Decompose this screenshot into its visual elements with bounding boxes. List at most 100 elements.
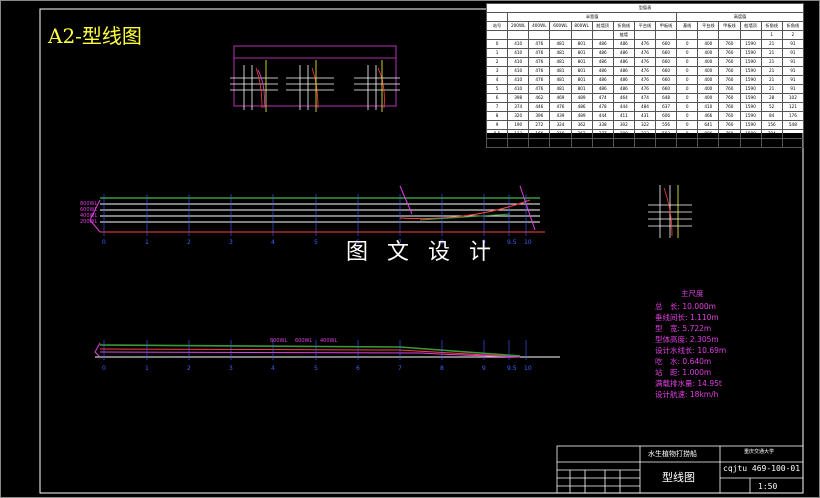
table-cell: 431 xyxy=(633,111,657,121)
table-cell: 0 xyxy=(676,39,699,49)
table-cell: 209 xyxy=(612,129,635,139)
table-cell: 660 xyxy=(654,84,678,94)
table-header-cell: 折角线 xyxy=(781,21,805,31)
half-breadth-plan xyxy=(94,342,560,358)
table-header-cell: 平台线 xyxy=(697,21,720,31)
table-row: 1 410 476 481 801 486 486 476 660 0 400 760 1590 21 91 xyxy=(485,48,805,58)
table-cell: 660 xyxy=(654,75,678,85)
table-cell: 410 xyxy=(507,57,530,67)
body-plan-top xyxy=(230,45,400,112)
table-cell: 79 xyxy=(570,138,593,148)
table-cell: 641 xyxy=(697,120,720,130)
table-cell: 166 xyxy=(528,129,551,139)
table-cell xyxy=(781,129,805,139)
table-cell: 760 xyxy=(718,48,741,58)
table-cell: 801 xyxy=(570,84,593,94)
table-cell: 0 xyxy=(676,57,699,67)
table-cell: 324 xyxy=(549,120,572,130)
table-cell: 481 xyxy=(549,48,572,58)
table-cell: 400 xyxy=(697,75,720,85)
table-cell: 1590 xyxy=(739,93,762,103)
table-header-cell: 折角线 xyxy=(612,21,635,31)
table-cell: 1590 xyxy=(739,57,762,67)
table-row: 7 374 446 476 486 478 444 484 637 0 410 760 1590 52 12… xyxy=(485,102,805,112)
table-header-cell: 800WL xyxy=(570,21,593,31)
table-cell: 4 xyxy=(485,75,509,85)
table-cell: 760 xyxy=(718,84,741,94)
station-label: 10 xyxy=(524,239,532,246)
table-cell: 760 xyxy=(718,66,741,76)
table-cell: 10 xyxy=(485,138,509,148)
table-cell: 478 xyxy=(591,102,614,112)
table-cell: 204 xyxy=(760,129,783,139)
station-label: 2 xyxy=(187,365,191,372)
station-label: 4 xyxy=(271,365,275,372)
table-cell: 0 xyxy=(676,75,699,85)
table-row: 2 410 476 481 801 486 486 476 660 0 400 760 1590 21 91 xyxy=(485,57,805,67)
main-dimensions-title: 主尺度 xyxy=(681,289,704,298)
table-cell: 60 xyxy=(549,138,572,148)
table-cell: 476 xyxy=(528,84,551,94)
table-cell: 474 xyxy=(633,93,657,103)
title-project: 水生植物打捞船 xyxy=(648,450,697,458)
table-cell: 1 xyxy=(485,48,509,58)
table-cell: 91 xyxy=(781,75,805,85)
station-label: 5 xyxy=(314,239,318,246)
table-cell: 1590 xyxy=(739,120,762,130)
profile-waterline-labels: 800WL600WL400WL200WL xyxy=(80,201,97,225)
table-cell: 486 xyxy=(591,57,614,67)
table-cell: 0 xyxy=(485,39,509,49)
table-cell: 91 xyxy=(781,84,805,94)
table-cell: 1590 xyxy=(739,138,762,148)
table-row: 10 20 40 60 79 98 85 95 452 0 870 760 1590 xyxy=(485,138,805,148)
table-row: 5 410 476 481 801 486 486 476 660 0 400 760 1590 21 91 xyxy=(485,84,805,94)
table-cell: 8 xyxy=(485,111,509,121)
station-label: 4 xyxy=(271,239,275,246)
table-cell: 446 xyxy=(528,102,551,112)
table-cell: 1590 xyxy=(739,75,762,85)
table-cell: 410 xyxy=(507,48,530,58)
table-cell: 648 xyxy=(654,93,678,103)
table-cell: 410 xyxy=(507,66,530,76)
table-cell: 320 xyxy=(507,111,530,121)
table-cell: 410 xyxy=(697,102,720,112)
table-cell: 6 xyxy=(485,93,509,103)
table-cell: 398 xyxy=(507,93,530,103)
dimension-item: 型体高度: 2.305m xyxy=(655,335,719,344)
table-cell: 338 xyxy=(591,120,614,130)
table-cell: 801 xyxy=(570,39,593,49)
table-cell: 801 xyxy=(570,48,593,58)
station-label: 9 xyxy=(482,365,486,372)
station-label: 0 xyxy=(102,239,106,246)
table-cell: 1590 xyxy=(739,111,762,121)
table-cell: 322 xyxy=(633,120,657,130)
title-drawing-name: 型线图 xyxy=(662,471,695,484)
table-cell: 0 xyxy=(676,129,699,139)
table-cell: 21 xyxy=(760,66,783,76)
table-cell: 439 xyxy=(549,111,572,121)
table-header-cell: 舷墙顶 xyxy=(591,21,614,31)
table-cell: 476 xyxy=(549,102,572,112)
table-cell: 362 xyxy=(570,120,593,130)
table-header-cell xyxy=(739,30,762,40)
table-cell: 28 xyxy=(760,93,783,103)
table-cell: 91 xyxy=(781,57,805,67)
table-cell: 0 xyxy=(676,48,699,58)
table-cell: 481 xyxy=(549,66,572,76)
blank-cell xyxy=(485,12,509,22)
group-right: 高度值 xyxy=(676,12,804,22)
table-header-row: 站号 200WL 400WL 600WL 800WL 舷墙顶 折角线 平台线 甲板线 基线 平台线甲… xyxy=(485,21,805,31)
table-cell: 660 xyxy=(654,39,678,49)
table-cell: 476 xyxy=(633,57,657,67)
table-cell: 5 xyxy=(485,84,509,94)
table-cell: 464 xyxy=(612,93,635,103)
title-scale: 1:50 xyxy=(758,482,778,491)
table-cell: 476 xyxy=(633,84,657,94)
table-header-cell xyxy=(654,30,678,40)
table-cell: 476 xyxy=(633,66,657,76)
station-label: 8 xyxy=(440,365,444,372)
table-cell: 400 xyxy=(697,48,720,58)
main-dimensions: 主尺度 总 长: 10.000m 垂线间长: 1.110m 型 宽: 5.722m 型… xyxy=(655,288,785,400)
table-cell xyxy=(760,138,783,148)
table-cell: 21 xyxy=(760,75,783,85)
